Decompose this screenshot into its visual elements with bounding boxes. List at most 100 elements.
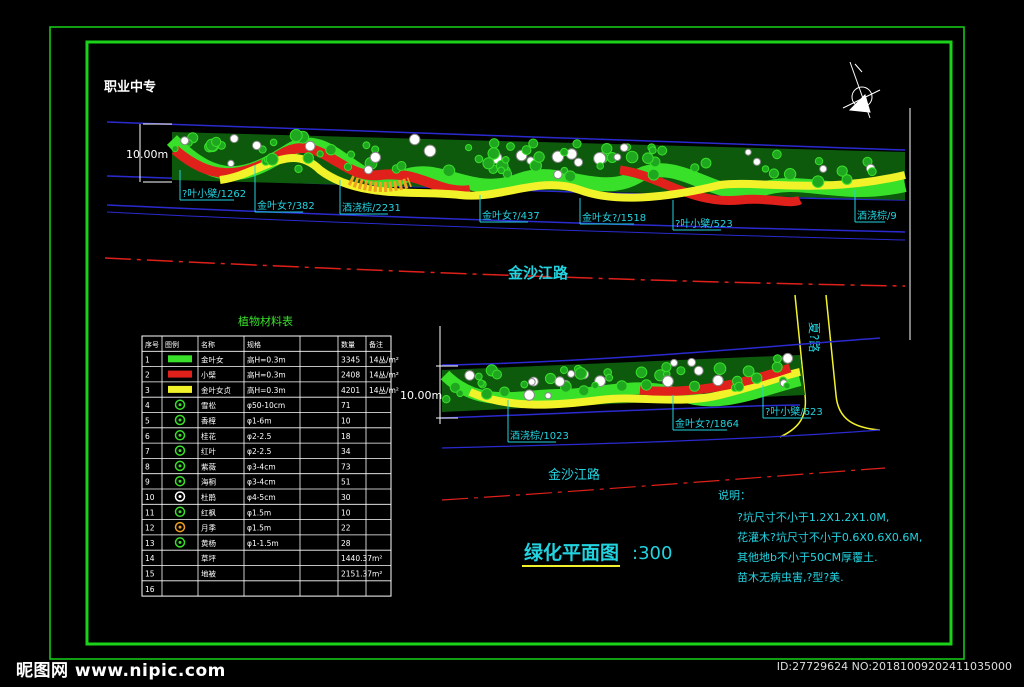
table-cell: 11 xyxy=(145,508,155,517)
plant-label: 酒浇棕/2231 xyxy=(342,201,401,214)
tree-symbol-icon xyxy=(773,354,782,364)
notes-line-4: 苗木无病虫害,?型?美. xyxy=(737,570,844,584)
tree-symbol-icon xyxy=(783,382,791,390)
table-cell: φ1-1.5m xyxy=(247,539,279,548)
tree-symbol-icon xyxy=(316,150,324,158)
tree-symbol-icon xyxy=(661,362,672,373)
table-cell: 地被 xyxy=(201,569,216,579)
tree-symbol-icon xyxy=(480,388,493,400)
drawing-title: 绿化平面图 xyxy=(524,541,619,564)
table-cell: 高H=0.3m xyxy=(247,385,286,395)
tree-symbol-icon xyxy=(648,146,657,155)
tree-symbol-icon xyxy=(499,386,510,398)
table-cell: 14丛/m² xyxy=(369,354,399,364)
plant-label: 金叶女?/382 xyxy=(257,199,315,212)
shrub-symbol-icon xyxy=(363,165,373,175)
plant-label: 金叶女?/437 xyxy=(482,209,540,222)
tree-symbol-icon xyxy=(396,161,407,171)
table-cell: 73 xyxy=(341,462,351,471)
table-cell: 4201 xyxy=(341,386,360,395)
tree-symbol-icon xyxy=(591,381,599,390)
tree-symbol-icon xyxy=(506,142,515,151)
table-cell: 16 xyxy=(145,585,155,594)
table-cell: 2 xyxy=(145,371,150,380)
shrub-symbol-icon xyxy=(567,369,576,378)
table-cell: 5 xyxy=(145,417,150,426)
table-header: 备注 xyxy=(369,340,383,349)
table-cell: 3345 xyxy=(341,355,360,364)
table-cell: 13 xyxy=(145,539,155,548)
shrub-symbol-icon xyxy=(553,169,563,180)
tree-symbol-icon xyxy=(574,367,588,380)
tree-symbol-icon xyxy=(302,152,314,164)
plant-label: 酒浇棕/9 xyxy=(857,209,897,222)
shrub-symbol-icon xyxy=(693,365,704,376)
tree-symbol-icon xyxy=(289,129,303,142)
table-header: 数量 xyxy=(341,340,355,349)
tree-symbol-icon xyxy=(811,175,825,188)
tree-symbol-icon xyxy=(544,372,557,385)
tree-symbol-icon xyxy=(474,154,484,164)
plant-label: 酒浇棕/1023 xyxy=(510,429,569,442)
table-cell: 杜鹃 xyxy=(201,492,216,502)
tree-symbol-icon xyxy=(676,366,686,376)
tree-symbol-icon xyxy=(783,168,797,181)
legend-tree-center-icon xyxy=(178,540,182,544)
table-cell: 15 xyxy=(145,570,155,579)
table-cell: 71 xyxy=(341,401,351,410)
tree-symbol-icon xyxy=(474,372,483,381)
landscape-plan-drawing: 职业中专 10.00m ?叶小檗/1262 金叶女?/382 酒浇棕/2231 金叶女… xyxy=(49,26,965,660)
tree-symbol-icon xyxy=(625,150,639,164)
table-header: 图例 xyxy=(165,340,179,349)
north-arrow-icon xyxy=(842,61,881,119)
table-cell: φ1-6m xyxy=(247,417,272,426)
road-lower-label: 金沙江路 xyxy=(548,467,600,483)
tree-symbol-icon xyxy=(564,170,577,183)
tree-symbol-icon xyxy=(560,147,569,157)
table-cell: 高H=0.3m xyxy=(247,354,286,364)
tree-symbol-icon xyxy=(442,395,451,404)
tree-symbol-icon xyxy=(761,165,770,173)
design-notes: 说明： ?坑尺寸不小于1.2X1.2X1.0M, 花灌木?坑尺寸不小于0.6X0… xyxy=(718,488,922,584)
shrub-symbol-icon xyxy=(252,140,262,151)
drawing-scale: :300 xyxy=(632,543,672,564)
shrub-symbol-icon xyxy=(782,352,794,364)
legend-tree-center-icon xyxy=(178,418,182,422)
table-cell: 4 xyxy=(145,401,150,410)
tree-symbol-icon xyxy=(343,162,353,172)
tree-symbol-icon xyxy=(171,145,179,153)
tree-symbol-icon xyxy=(362,141,371,150)
table-cell: 34 xyxy=(341,447,351,456)
notes-heading: 说明： xyxy=(718,488,751,502)
table-cell: 6 xyxy=(145,432,150,441)
table-cell: φ4-5cm xyxy=(247,493,276,502)
legend-tree-center-icon xyxy=(178,449,182,453)
tree-symbol-icon xyxy=(269,138,278,147)
table-cell: 桂花 xyxy=(201,431,216,441)
shrub-symbol-icon xyxy=(573,157,584,168)
tree-symbol-icon xyxy=(456,389,464,398)
tree-symbol-icon xyxy=(265,152,279,166)
table-cell: 18 xyxy=(341,432,351,441)
legend-hatch-swatch xyxy=(168,385,192,393)
tree-symbol-icon xyxy=(572,139,582,149)
tree-symbol-icon xyxy=(596,162,605,170)
legend-tree-center-icon xyxy=(178,464,182,468)
tree-symbol-icon xyxy=(768,168,780,179)
table-cell: 12 xyxy=(145,524,155,533)
tree-symbol-icon xyxy=(560,366,568,375)
table-cell: 7 xyxy=(145,447,150,456)
road-main-label: 金沙江路 xyxy=(507,264,569,282)
shrub-symbol-icon xyxy=(554,376,566,387)
tree-symbol-icon xyxy=(734,381,745,392)
table-cell: 紫薇 xyxy=(201,461,216,471)
table-cell: φ1.5m xyxy=(247,524,271,533)
table-header: 名称 xyxy=(201,340,215,349)
title-block-label: 职业中专 xyxy=(104,79,156,95)
legend-tree-center-icon xyxy=(178,479,182,483)
table-cell: 月季 xyxy=(201,523,216,533)
side-road-label: 夏?路 xyxy=(807,322,822,352)
tree-symbol-icon xyxy=(442,164,456,178)
legend-hatch-swatch xyxy=(168,355,192,363)
tree-symbol-icon xyxy=(657,145,668,156)
